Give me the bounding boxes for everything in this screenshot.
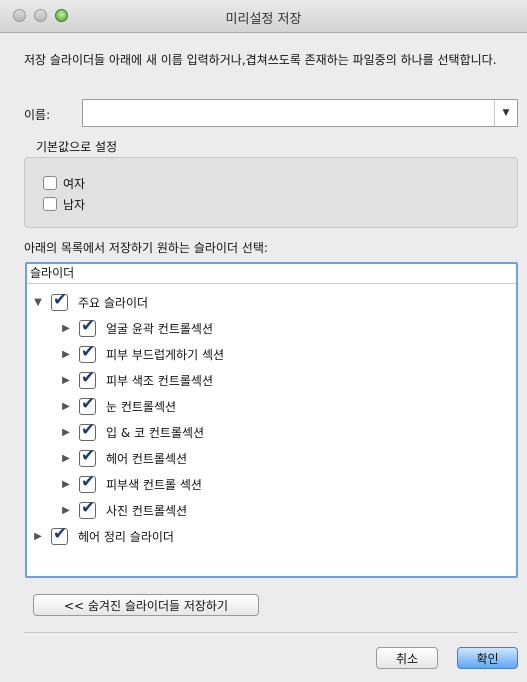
- checkbox-checked[interactable]: [79, 498, 96, 519]
- tree-item-label: 얼굴 윤곽 컨트롤섹션: [106, 321, 213, 336]
- disclosure-collapsed-icon[interactable]: ▶: [59, 479, 73, 490]
- tree-item-label: 입 & 코 컨트롤섹션: [106, 425, 205, 440]
- checkbox-checked[interactable]: [79, 316, 96, 337]
- tree-item-label: 피부 부드럽게하기 섹션: [106, 347, 225, 362]
- ok-button[interactable]: 확인: [457, 647, 518, 669]
- tree-row-child[interactable]: ▶ 사진 컨트롤섹션: [59, 497, 187, 523]
- tree-row-child[interactable]: ▶ 피부색 컨트롤 섹션: [59, 471, 202, 497]
- disclosure-collapsed-icon[interactable]: ▶: [59, 427, 73, 438]
- disclosure-collapsed-icon[interactable]: ▶: [59, 323, 73, 334]
- tree-row-main-sliders[interactable]: ▼ 주요 슬라이더: [31, 289, 148, 315]
- female-label: 여자: [63, 177, 86, 191]
- checkbox-checked[interactable]: [79, 368, 96, 389]
- description-text: 저장 슬라이더들 아래에 새 이름 입력하거나,겹쳐쓰도록 존재하는 파일중의 …: [24, 53, 497, 67]
- defaults-group-title: 기본값으로 설정: [36, 140, 118, 154]
- defaults-group: 여자 남자: [24, 157, 518, 228]
- disclosure-collapsed-icon[interactable]: ▶: [59, 375, 73, 386]
- disclosure-collapsed-icon[interactable]: ▶: [59, 349, 73, 360]
- checkbox-checked[interactable]: [51, 524, 68, 545]
- cancel-button[interactable]: 취소: [376, 647, 438, 669]
- disclosure-collapsed-icon[interactable]: ▶: [31, 531, 45, 542]
- checkbox-checked[interactable]: [79, 472, 96, 493]
- disclosure-collapsed-icon[interactable]: ▶: [59, 505, 73, 516]
- tree-item-label: 헤어 정리 슬라이더: [78, 529, 174, 544]
- title-bar: 미리설정 저장: [0, 0, 527, 33]
- window-title: 미리설정 저장: [225, 12, 302, 27]
- tree-row-child[interactable]: ▶ 얼굴 윤곽 컨트롤섹션: [59, 315, 213, 341]
- checkbox-checked[interactable]: [51, 290, 68, 311]
- tree-item-label: 주요 슬라이더: [78, 295, 149, 310]
- tree-row-child[interactable]: ▶ 헤어 컨트롤섹션: [59, 445, 187, 471]
- tree-item-label: 사진 컨트롤섹션: [106, 503, 188, 518]
- tree-row-hair-cleanup[interactable]: ▶ 헤어 정리 슬라이더: [31, 523, 174, 549]
- slider-list-prompt: 아래의 목록에서 저장하기 원하는 슬라이더 선택:: [24, 241, 268, 255]
- checkbox-checked[interactable]: [79, 446, 96, 467]
- tree-row-child[interactable]: ▶ 피부 부드럽게하기 섹션: [59, 341, 224, 367]
- tree-item-label: 피부색 컨트롤 섹션: [106, 477, 202, 492]
- tree-row-child[interactable]: ▶ 피부 색조 컨트롤섹션: [59, 367, 213, 393]
- name-combobox[interactable]: ▼: [82, 99, 518, 127]
- checkbox-checked[interactable]: [79, 420, 96, 441]
- disclosure-expanded-icon[interactable]: ▼: [31, 297, 45, 308]
- save-preset-dialog: 미리설정 저장 저장 슬라이더들 아래에 새 이름 입력하거나,겹쳐쓰도록 존재…: [0, 0, 527, 682]
- male-checkbox[interactable]: [43, 197, 57, 211]
- female-checkbox[interactable]: [43, 176, 57, 190]
- tree-row-child[interactable]: ▶ 눈 컨트롤섹션: [59, 393, 176, 419]
- disclosure-collapsed-icon[interactable]: ▶: [59, 453, 73, 464]
- name-label: 이름:: [24, 108, 51, 122]
- tree-item-label: 눈 컨트롤섹션: [106, 399, 177, 414]
- checkbox-checked[interactable]: [79, 394, 96, 415]
- tree-item-label: 헤어 컨트롤섹션: [106, 451, 188, 466]
- disclosure-collapsed-icon[interactable]: ▶: [59, 401, 73, 412]
- male-label: 남자: [63, 198, 86, 212]
- tree-column-header[interactable]: 슬라이더: [27, 264, 516, 284]
- tree-item-label: 피부 색조 컨트롤섹션: [106, 373, 213, 388]
- dropdown-arrow-icon[interactable]: ▼: [494, 100, 517, 126]
- checkbox-checked[interactable]: [79, 342, 96, 363]
- divider: [24, 632, 518, 633]
- save-hidden-sliders-button[interactable]: << 숨겨진 슬라이더들 저장하기: [33, 594, 259, 616]
- slider-tree[interactable]: 슬라이더 ▼ 주요 슬라이더 ▶ 얼굴 윤곽 컨트롤섹션 ▶ 피부 부드럽게하기…: [25, 262, 518, 578]
- tree-row-child[interactable]: ▶ 입 & 코 컨트롤섹션: [59, 419, 204, 445]
